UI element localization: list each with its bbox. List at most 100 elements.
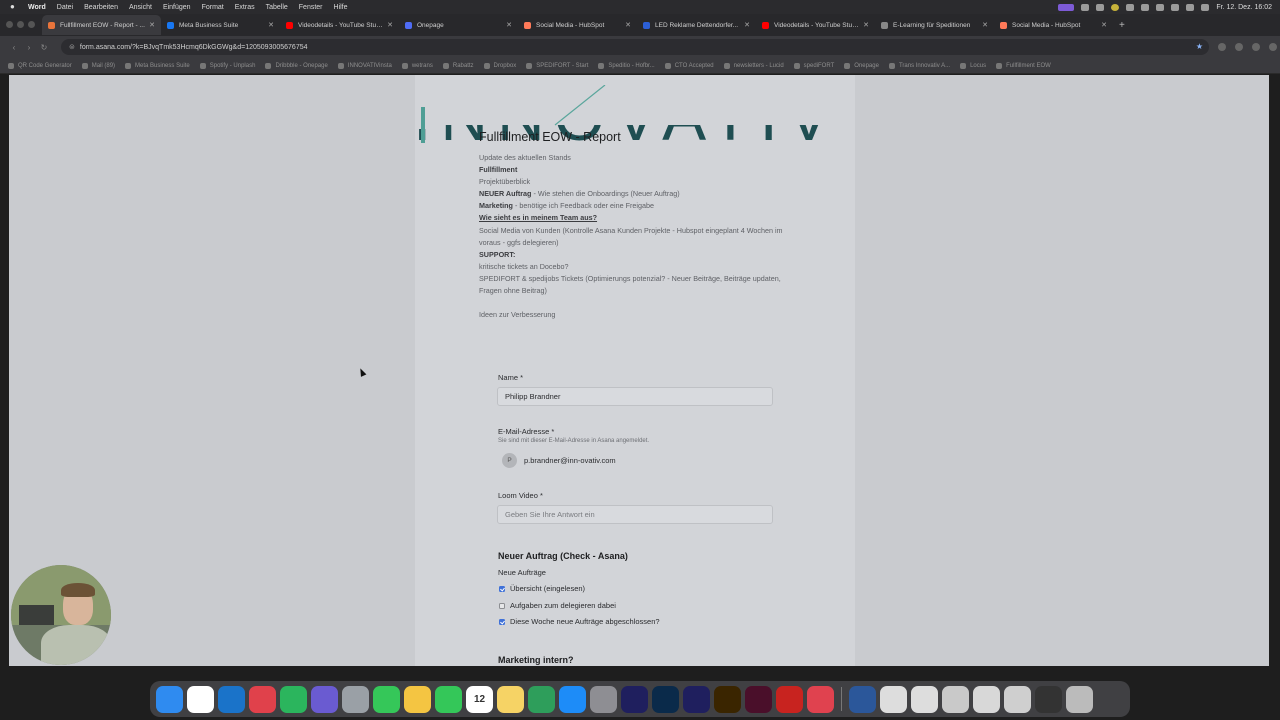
creativecloud-icon[interactable] [807,685,834,713]
bookmark-item[interactable]: Rabattz [442,62,474,69]
menubar-clock[interactable]: Fr. 12. Dez. 16:02 [1216,4,1272,11]
menu-bearbeiten[interactable]: Bearbeiten [84,4,118,11]
bookmark-item[interactable]: Fullfillment EOW [996,62,1051,69]
bookmark-item[interactable]: spediFORT [793,62,834,69]
extension-icon[interactable] [1235,43,1243,51]
bookmark-item[interactable]: SPEDIFORT - Start [526,62,588,69]
menu-datei[interactable]: Datei [57,4,73,11]
reload-icon[interactable]: ↻ [38,43,50,52]
photos-icon[interactable] [404,685,431,713]
bookmark-item[interactable]: newsletters - Lucid [723,62,784,69]
menu-einfuegen[interactable]: Einfügen [163,4,191,11]
status-icon[interactable] [1081,3,1090,11]
extension-icon[interactable] [1218,43,1226,51]
app-icon[interactable] [911,685,938,713]
messages-icon[interactable] [373,685,400,713]
checkbox-icon[interactable] [499,618,505,625]
bookmark-item[interactable]: Mail (89) [81,62,115,69]
new-tab-button[interactable]: + [1119,20,1125,31]
folder-icon[interactable] [1004,685,1031,713]
page-viewport[interactable]: INNOVATIV Fullfillment EOW - Report Upda… [9,75,1269,666]
back-icon[interactable]: ‹ [8,43,20,52]
status-icon[interactable] [1126,3,1135,11]
bookmark-item[interactable]: CTO Accepted [664,62,714,69]
app-icon[interactable] [880,685,907,713]
folder-icon[interactable] [973,685,1000,713]
folder-icon[interactable] [1035,685,1062,713]
browser-tab[interactable]: Fullfillment EOW - Report - ... ✕ [42,15,161,35]
bookmark-item[interactable]: Spotify - Unplash [199,62,255,69]
close-tab-icon[interactable]: ✕ [506,21,512,29]
wifi-icon[interactable] [1156,3,1165,11]
chrome-icon[interactable] [187,685,214,713]
status-icon[interactable] [1111,3,1120,11]
premiere-icon[interactable] [621,685,648,713]
menu-hilfe[interactable]: Hilfe [334,4,348,11]
browser-tab[interactable]: E-Learning für Speditionen ✕ [875,15,994,35]
close-tab-icon[interactable]: ✕ [744,21,750,29]
control-center-icon[interactable] [1201,3,1210,11]
teams-icon[interactable] [311,685,338,713]
close-tab-icon[interactable]: ✕ [149,21,155,29]
bookmark-item[interactable]: Dropbox [483,62,516,69]
browser-tab[interactable]: Videodetails - YouTube Studio ✕ [756,15,875,35]
browser-tab[interactable]: Meta Business Suite ✕ [161,15,280,35]
close-tab-icon[interactable]: ✕ [982,21,988,29]
outlook-icon[interactable] [218,685,245,713]
calendar-icon[interactable]: 12 [466,685,493,713]
bookmark-item[interactable]: Speditio - Hofbr... [598,62,655,69]
bookmark-item[interactable]: Dribbble - Onepage [265,62,328,69]
trash-icon[interactable] [1066,685,1093,713]
bookmark-item[interactable]: Meta Business Suite [125,62,190,69]
bookmark-star-icon[interactable]: ★ [1196,42,1203,51]
bookmark-item[interactable]: Onepage [844,62,879,69]
checkbox-aufgaben-delegieren[interactable]: Aufgaben zum delegieren dabei [499,601,616,610]
battery-icon[interactable] [1171,3,1180,11]
browser-tab[interactable]: Social Media - HubSpot ✕ [994,15,1113,35]
finder-icon[interactable] [156,685,183,713]
status-app-icon[interactable] [1058,3,1075,11]
menu-tabelle[interactable]: Tabelle [266,4,288,11]
menu-format[interactable]: Format [202,4,224,11]
app-icon[interactable] [280,685,307,713]
profile-icon[interactable] [1252,43,1260,51]
menu-app-word[interactable]: Word [28,4,46,11]
settings-icon[interactable] [590,685,617,713]
loom-video-input[interactable]: Geben Sie Ihre Antwort ein [497,505,773,524]
search-icon[interactable] [1186,3,1195,11]
appstore-icon[interactable] [559,685,586,713]
close-tab-icon[interactable]: ✕ [625,21,631,29]
apple-icon[interactable]: ● [10,3,18,11]
zoom-window-button[interactable] [28,21,35,28]
bookmark-item[interactable]: QR Code Generator [8,62,72,69]
bookmark-item[interactable]: Locus [960,62,986,69]
close-tab-icon[interactable]: ✕ [268,21,274,29]
app-icon[interactable] [528,685,555,713]
close-tab-icon[interactable]: ✕ [863,21,869,29]
browser-tab[interactable]: Videodetails - YouTube Studio ✕ [280,15,399,35]
menu-icon[interactable] [1269,43,1277,51]
notes-icon[interactable] [497,685,524,713]
app-icon[interactable] [342,685,369,713]
checkbox-neue-auftraege-abgeschlossen[interactable]: Diese Woche neue Aufträge abgeschlossen? [499,617,660,626]
browser-tab[interactable]: LED Reklame Dettendorfer... ✕ [637,15,756,35]
checkbox-uebersicht[interactable]: Übersicht (eingelesen) [499,584,585,593]
site-info-icon[interactable]: ⊜ [69,43,75,51]
illustrator-icon[interactable] [714,685,741,713]
minimize-window-button[interactable] [17,21,24,28]
browser-tab[interactable]: Onepage ✕ [399,15,518,35]
close-tab-icon[interactable]: ✕ [387,21,393,29]
checkbox-icon[interactable] [499,602,505,609]
word-icon[interactable] [849,685,876,713]
folder-icon[interactable] [942,685,969,713]
indesign-icon[interactable] [745,685,772,713]
bookmark-item[interactable]: wetrans [401,62,433,69]
menu-extras[interactable]: Extras [235,4,255,11]
aftereffects-icon[interactable] [683,685,710,713]
photoshop-icon[interactable] [652,685,679,713]
close-tab-icon[interactable]: ✕ [1101,21,1107,29]
browser-tab[interactable]: Social Media - HubSpot ✕ [518,15,637,35]
facetime-icon[interactable] [435,685,462,713]
name-input[interactable]: Philipp Brandner [497,387,773,406]
bookmark-item[interactable]: Trans Innovativ A... [888,62,950,69]
